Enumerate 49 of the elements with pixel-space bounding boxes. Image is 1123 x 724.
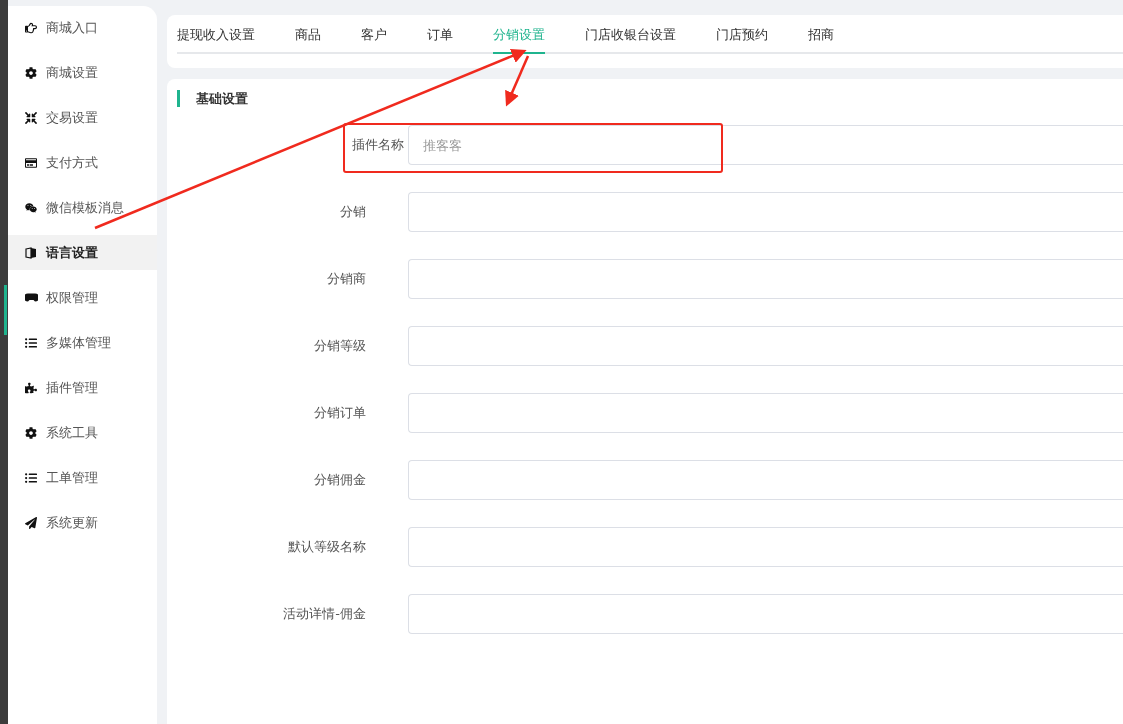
chat-bubbles-icon <box>24 201 38 214</box>
book-icon <box>24 246 38 259</box>
tab[interactable]: 客户 <box>361 15 387 54</box>
tab[interactable]: 提现收入设置 <box>177 15 255 54</box>
field-label: 插件名称 <box>351 136 405 154</box>
tab[interactable]: 门店收银台设置 <box>585 15 676 54</box>
gear-icon <box>24 426 38 439</box>
sidebar-item[interactable]: 工单管理 <box>8 460 157 495</box>
tab[interactable]: 招商 <box>808 15 834 54</box>
list-icon <box>24 336 38 349</box>
field-label: 分销佣金 <box>313 471 367 489</box>
gamepad-icon <box>24 293 38 302</box>
tab[interactable]: 订单 <box>427 15 453 54</box>
field-label: 分销 <box>339 203 367 221</box>
sidebar-item[interactable]: 交易设置 <box>8 100 157 135</box>
side-indicator <box>4 285 7 335</box>
input-field[interactable] <box>408 259 1123 299</box>
sidebar-item[interactable]: 微信模板消息 <box>8 190 157 225</box>
input-field[interactable] <box>408 594 1123 634</box>
sidebar-item[interactable]: 商城设置 <box>8 55 157 90</box>
input-field[interactable] <box>408 192 1123 232</box>
sidebar-item[interactable]: 支付方式 <box>8 145 157 180</box>
input-field[interactable] <box>408 393 1123 433</box>
field-label: 分销订单 <box>313 404 367 422</box>
input-field[interactable]: 推客客 <box>408 125 1123 165</box>
puzzle-icon <box>24 381 38 394</box>
paper-plane-icon <box>24 516 38 529</box>
input-field[interactable] <box>408 460 1123 500</box>
hand-pointer-icon <box>24 21 38 34</box>
sidebar-item[interactable]: 多媒体管理 <box>8 325 157 360</box>
field-label: 默认等级名称 <box>287 538 367 556</box>
section-title: 基础设置 <box>177 90 1123 107</box>
sidebar-item[interactable]: 权限管理 <box>8 280 157 315</box>
sidebar-item[interactable]: 插件管理 <box>8 370 157 405</box>
input-field[interactable] <box>408 527 1123 567</box>
sidebar-item[interactable]: 语言设置 <box>8 235 157 270</box>
field-label: 活动详情-佣金 <box>282 605 367 623</box>
sidebar-item[interactable]: 商城入口 <box>8 10 157 45</box>
list-icon <box>24 471 38 484</box>
tab[interactable]: 商品 <box>295 15 321 54</box>
gear-icon <box>24 66 38 79</box>
sidebar-item[interactable]: 系统工具 <box>8 415 157 450</box>
field-label: 分销商 <box>326 270 367 288</box>
tab[interactable]: 门店预约 <box>716 15 768 54</box>
input-field[interactable] <box>408 326 1123 366</box>
sidebar-item[interactable]: 系统更新 <box>8 505 157 540</box>
compress-icon <box>24 111 38 124</box>
field-label: 分销等级 <box>313 337 367 355</box>
credit-card-icon <box>24 156 38 169</box>
